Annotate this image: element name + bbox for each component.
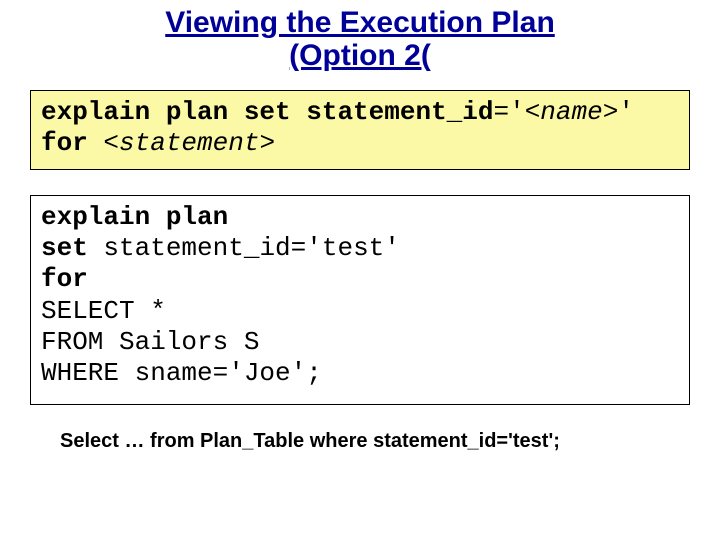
example-line-5: FROM Sailors S xyxy=(41,327,679,358)
slide: Viewing the Execution Plan (Option 2( ex… xyxy=(0,0,720,540)
example-codebox: explain plan set statement_id='test' for… xyxy=(30,195,690,405)
syntax-name-placeholder: <name> xyxy=(525,97,619,127)
syntax-endquote: ' xyxy=(618,97,634,127)
example-line-2: set statement_id='test' xyxy=(41,233,679,264)
example-line-4: SELECT * xyxy=(41,296,679,327)
example-line-6: WHERE sname='Joe'; xyxy=(41,358,679,389)
syntax-keywords-1: explain plan set statement_id xyxy=(41,97,493,127)
syntax-statement-placeholder: <statement> xyxy=(103,128,275,158)
syntax-line-2: for <statement> xyxy=(41,128,679,159)
title-line2: (Option 2( xyxy=(0,39,720,72)
example-line-3: for xyxy=(41,264,679,295)
footer-query: Select … from Plan_Table where statement… xyxy=(60,430,690,453)
example-set: set xyxy=(41,233,103,263)
syntax-for: for xyxy=(41,128,103,158)
syntax-line-1: explain plan set statement_id='<name>' xyxy=(41,97,679,128)
syntax-codebox: explain plan set statement_id='<name>' f… xyxy=(30,90,690,170)
example-stmtid: statement_id='test' xyxy=(103,233,399,263)
title-line1: Viewing the Execution Plan xyxy=(165,6,555,39)
syntax-eq: =' xyxy=(493,97,524,127)
slide-title: Viewing the Execution Plan (Option 2( xyxy=(0,0,720,72)
example-line-1: explain plan xyxy=(41,202,679,233)
